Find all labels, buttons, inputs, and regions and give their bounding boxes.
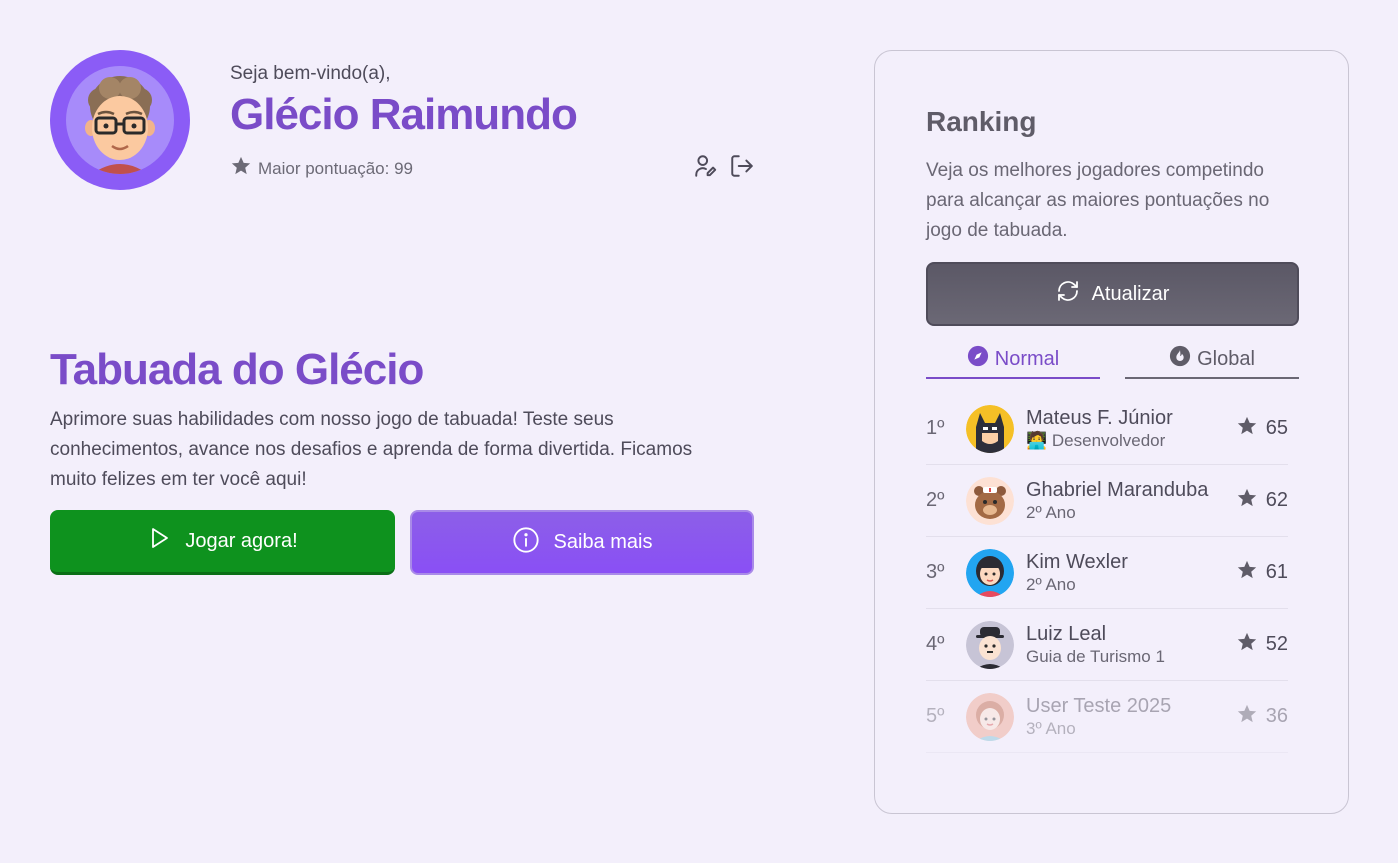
star-icon xyxy=(1236,631,1258,659)
high-score: Maior pontuação: 99 xyxy=(230,155,413,182)
refresh-button[interactable]: Atualizar xyxy=(926,262,1299,326)
ranking-row[interactable]: 4º Luiz Leal Guia de Turismo 1 52 xyxy=(926,609,1288,681)
refresh-label: Atualizar xyxy=(1091,282,1170,305)
profile-avatar xyxy=(50,50,190,190)
player-subtitle: 🧑‍💻 Desenvolvedor xyxy=(1026,430,1166,450)
welcome-text: Seja bem-vindo(a), xyxy=(230,63,391,84)
play-label: Jogar agora! xyxy=(185,529,298,552)
hero-title: Tabuada do Glécio xyxy=(50,345,424,394)
ranking-list: 1º Mateus F. Júnior 🧑‍💻 Desenvolvedor 65 xyxy=(926,393,1288,753)
play-now-button[interactable]: Jogar agora! xyxy=(50,510,395,575)
star-icon xyxy=(1236,703,1258,731)
info-label: Saiba mais xyxy=(553,531,653,553)
logout-icon xyxy=(729,153,755,184)
high-score-label: Maior pontuação: 99 xyxy=(258,158,413,178)
score-value: 65 xyxy=(1265,417,1288,439)
flame-icon xyxy=(1169,345,1191,373)
hero-description: Aprimore suas habilidades com nosso jogo… xyxy=(50,409,693,490)
info-icon xyxy=(512,526,540,560)
rank-position: 5º xyxy=(926,705,945,727)
play-icon xyxy=(147,526,171,556)
header-actions xyxy=(693,153,755,184)
tab-global-label: Global xyxy=(1197,347,1255,370)
player-score: 36 xyxy=(1236,703,1288,731)
player-name: User Teste 2025 xyxy=(1026,694,1172,717)
edit-profile-button[interactable] xyxy=(693,153,719,184)
score-value: 62 xyxy=(1265,489,1288,511)
player-name: Ghabriel Maranduba xyxy=(1026,478,1209,501)
player-subtitle: 2º Ano xyxy=(1026,574,1076,594)
tab-normal-label: Normal xyxy=(994,347,1060,370)
player-score: 65 xyxy=(1236,415,1288,443)
star-icon xyxy=(230,155,252,182)
ranking-row[interactable]: 5º User Teste 2025 3º Ano 36 xyxy=(926,681,1288,753)
compass-icon xyxy=(967,345,989,373)
player-subtitle: 3º Ano xyxy=(1026,718,1076,738)
score-value: 52 xyxy=(1265,633,1288,655)
ranking-row[interactable]: 3º Kim Wexler 2º Ano 61 xyxy=(926,537,1288,609)
user-edit-icon xyxy=(693,153,719,184)
score-value: 36 xyxy=(1265,705,1288,727)
ranking-description: Veja os melhores jogadores competindo pa… xyxy=(926,160,1270,241)
ranking-panel: Ranking Veja os melhores jogadores compe… xyxy=(874,50,1349,814)
bear-avatar xyxy=(966,476,1014,525)
ranking-row[interactable]: 2º Ghabriel Maranduba 2º Ano 62 xyxy=(926,465,1288,537)
refresh-icon xyxy=(1056,279,1080,309)
learn-more-button[interactable]: Saiba mais xyxy=(410,510,754,575)
player-subtitle: Guia de Turismo 1 xyxy=(1026,646,1165,666)
chaplin-avatar xyxy=(966,620,1014,669)
ranking-title: Ranking xyxy=(926,106,1037,137)
star-icon xyxy=(1236,487,1258,515)
girl-avatar xyxy=(966,692,1014,741)
ranking-row[interactable]: 1º Mateus F. Júnior 🧑‍💻 Desenvolvedor 65 xyxy=(926,393,1288,465)
player-name: Mateus F. Júnior xyxy=(1026,406,1173,429)
rank-position: 4º xyxy=(926,633,945,655)
woman-avatar xyxy=(966,548,1014,597)
rank-position: 2º xyxy=(926,489,945,511)
player-name: Kim Wexler xyxy=(1026,550,1128,573)
logout-button[interactable] xyxy=(729,153,755,184)
player-score: 62 xyxy=(1236,487,1288,515)
star-icon xyxy=(1236,559,1258,587)
user-name: Glécio Raimundo xyxy=(230,90,578,139)
rank-position: 3º xyxy=(926,561,945,583)
tab-global[interactable]: Global xyxy=(1125,341,1299,379)
player-subtitle: 2º Ano xyxy=(1026,502,1076,522)
rank-position: 1º xyxy=(926,417,945,439)
tab-normal[interactable]: Normal xyxy=(926,341,1100,379)
player-score: 61 xyxy=(1236,559,1288,587)
avatar-image xyxy=(66,66,174,174)
ranking-tabs: Normal Global xyxy=(926,341,1299,379)
player-score: 52 xyxy=(1236,631,1288,659)
score-value: 61 xyxy=(1265,561,1288,583)
star-icon xyxy=(1236,415,1258,443)
batman-avatar xyxy=(966,404,1014,453)
player-name: Luiz Leal xyxy=(1026,622,1107,645)
